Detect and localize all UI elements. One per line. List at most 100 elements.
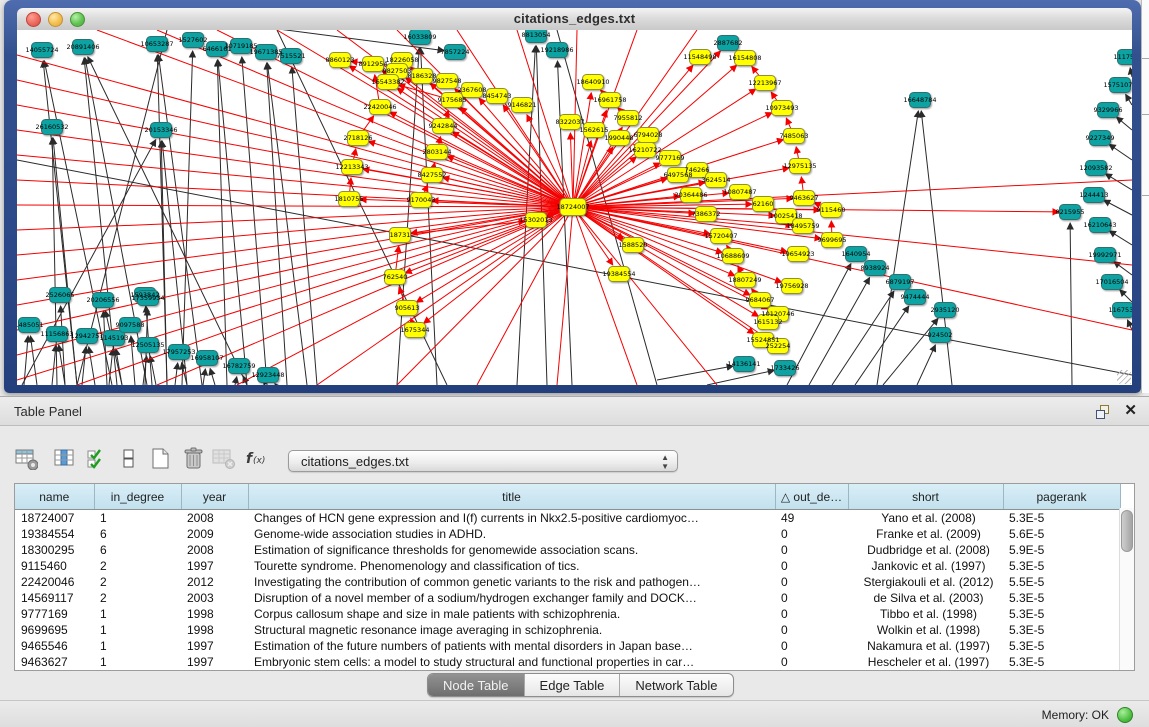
svg-text:8860123: 8860123: [326, 56, 355, 64]
table-header-row[interactable]: namein_degreeyeartitle△ out_de…shortpage…: [15, 484, 1120, 510]
svg-text:20153346: 20153346: [144, 126, 177, 134]
svg-text:16648784: 16648784: [903, 96, 936, 104]
svg-text:9463627: 9463627: [790, 194, 819, 202]
table-cell: Estimation of significance thresholds fo…: [248, 542, 775, 558]
table-cell: Yano et al. (2008): [848, 510, 1003, 527]
svg-text:19654923: 19654923: [781, 250, 814, 258]
table-cell: 0: [775, 526, 848, 542]
svg-text:1810755: 1810755: [335, 195, 364, 203]
network-table-select[interactable]: citations_edges.txt ▲▼: [288, 450, 678, 472]
svg-text:762540: 762540: [383, 273, 408, 281]
column-header-year[interactable]: year: [181, 484, 248, 510]
table-cell: 0: [775, 606, 848, 622]
svg-text:16154808: 16154808: [728, 54, 761, 62]
svg-text:62160: 62160: [753, 200, 774, 208]
table-cell: 5.5E-5: [1003, 574, 1120, 590]
svg-text:8215955: 8215955: [1056, 208, 1085, 216]
new-table-icon[interactable]: [148, 446, 176, 474]
svg-text:924502: 924502: [928, 331, 953, 339]
table-panel-body: f(x) citations_edges.txt ▲▼ namein_degre…: [0, 427, 1149, 700]
table-row[interactable]: 946362711997Embryonic stem cells: a mode…: [15, 654, 1120, 670]
table-cell: 5.3E-5: [1003, 590, 1120, 606]
table-cell: Hescheler et al. (1997): [848, 654, 1003, 670]
table-cell: 0: [775, 542, 848, 558]
svg-text:7386372: 7386372: [692, 210, 721, 218]
svg-text:746266: 746266: [685, 166, 710, 174]
svg-text:19384554: 19384554: [602, 270, 635, 278]
tab-edge-table[interactable]: Edge Table: [525, 674, 621, 696]
svg-text:12213967: 12213967: [748, 79, 781, 87]
network-window: citations_edges.txt 18724007886012389129…: [4, 0, 1141, 393]
svg-text:1244413: 1244413: [1080, 191, 1109, 199]
column-header-title[interactable]: title: [248, 484, 775, 510]
svg-text:16543382: 16543382: [371, 78, 404, 86]
table-row[interactable]: 969969511998Structural magnetic resonanc…: [15, 622, 1120, 638]
tab-network-table[interactable]: Network Table: [620, 674, 732, 696]
citation-network-graph[interactable]: 1872400788601238912954182260589827503165…: [17, 30, 1132, 385]
svg-text:9227349: 9227349: [1086, 134, 1115, 142]
svg-text:15302013: 15302013: [519, 216, 552, 224]
svg-text:9115460: 9115460: [817, 206, 846, 214]
table-row[interactable]: 1938455462009Genome-wide association stu…: [15, 526, 1120, 542]
svg-text:1588520: 1588520: [619, 241, 648, 249]
table-row[interactable]: 1456911722003Disruption of a novel membe…: [15, 590, 1120, 606]
table-cell: 2: [94, 558, 181, 574]
table-cell: 9465546: [15, 638, 94, 654]
svg-text:7485063: 7485063: [780, 132, 809, 140]
svg-text:18724007: 18724007: [556, 203, 589, 211]
network-canvas[interactable]: 1872400788601238912954182260589827503165…: [17, 30, 1132, 385]
select-arrows-icon: ▲▼: [661, 453, 669, 471]
table-cell: 0: [775, 654, 848, 670]
network-window-title: citations_edges.txt: [17, 11, 1132, 26]
table-row[interactable]: 977716911998Corpus callosum shape and si…: [15, 606, 1120, 622]
delete-table-icon[interactable]: [181, 446, 209, 474]
table-scrollbar[interactable]: [1119, 508, 1134, 670]
svg-text:17359934: 17359934: [131, 294, 164, 302]
table-row[interactable]: 911546021997Tourette syndrome. Phenomeno…: [15, 558, 1120, 574]
svg-text:20891406: 20891406: [66, 43, 99, 51]
table-cell: Stergiakouli et al. (2012): [848, 574, 1003, 590]
column-header-short[interactable]: short: [848, 484, 1003, 510]
table-panel-title: Table Panel: [14, 404, 82, 419]
select-rows-check-icon[interactable]: [85, 446, 113, 474]
svg-text:1615132: 1615132: [754, 318, 783, 326]
network-window-titlebar[interactable]: citations_edges.txt: [17, 8, 1132, 31]
row-height-icon[interactable]: [116, 446, 144, 474]
svg-text:8813054: 8813054: [522, 31, 551, 39]
select-column-icon[interactable]: [52, 446, 80, 474]
column-header-out_de[interactable]: △ out_de…: [775, 484, 848, 510]
svg-text:16961758: 16961758: [593, 96, 626, 104]
svg-text:2887682: 2887682: [714, 39, 743, 47]
delete-column-disabled-icon[interactable]: [211, 446, 239, 474]
column-header-in_degree[interactable]: in_degree: [94, 484, 181, 510]
svg-text:2935120: 2935120: [931, 306, 960, 314]
table-row[interactable]: 1830029562008Estimation of significance …: [15, 542, 1120, 558]
svg-text:7515521: 7515521: [277, 52, 306, 60]
float-window-icon[interactable]: [1095, 404, 1111, 420]
table-cell: 0: [775, 574, 848, 590]
table-row[interactable]: 2242004622012Investigating the contribut…: [15, 574, 1120, 590]
svg-text:10973493: 10973493: [765, 104, 798, 112]
table-cell: 5.3E-5: [1003, 638, 1120, 654]
svg-text:9242844: 9242844: [429, 122, 458, 130]
table-cell: de Silva et al. (2003): [848, 590, 1003, 606]
table-row[interactable]: 1872400712008Changes of HCN gene express…: [15, 510, 1120, 527]
svg-text:1167533: 1167533: [1109, 306, 1132, 314]
table-row[interactable]: 946554611997Estimation of the future num…: [15, 638, 1120, 654]
table-cell: 1998: [181, 606, 248, 622]
svg-text:1527602: 1527602: [179, 36, 208, 44]
close-panel-icon[interactable]: ✕: [1124, 402, 1137, 420]
tab-node-table[interactable]: Node Table: [428, 674, 525, 696]
function-builder-icon[interactable]: f(x): [244, 446, 272, 474]
table-cell: 1: [94, 654, 181, 670]
table-scrollbar-thumb[interactable]: [1121, 510, 1133, 552]
table-cell: 1: [94, 638, 181, 654]
column-header-pagerank[interactable]: pagerank: [1003, 484, 1120, 510]
node-table: namein_degreeyeartitle△ out_de…shortpage…: [14, 483, 1135, 671]
memory-ok-indicator-icon[interactable]: [1117, 707, 1133, 723]
table-settings-icon[interactable]: [14, 446, 42, 474]
svg-text:22420046: 22420046: [363, 103, 396, 111]
column-header-name[interactable]: name: [15, 484, 94, 510]
table-cell: 18724007: [15, 510, 94, 527]
resize-grip-icon[interactable]: [1117, 370, 1131, 384]
